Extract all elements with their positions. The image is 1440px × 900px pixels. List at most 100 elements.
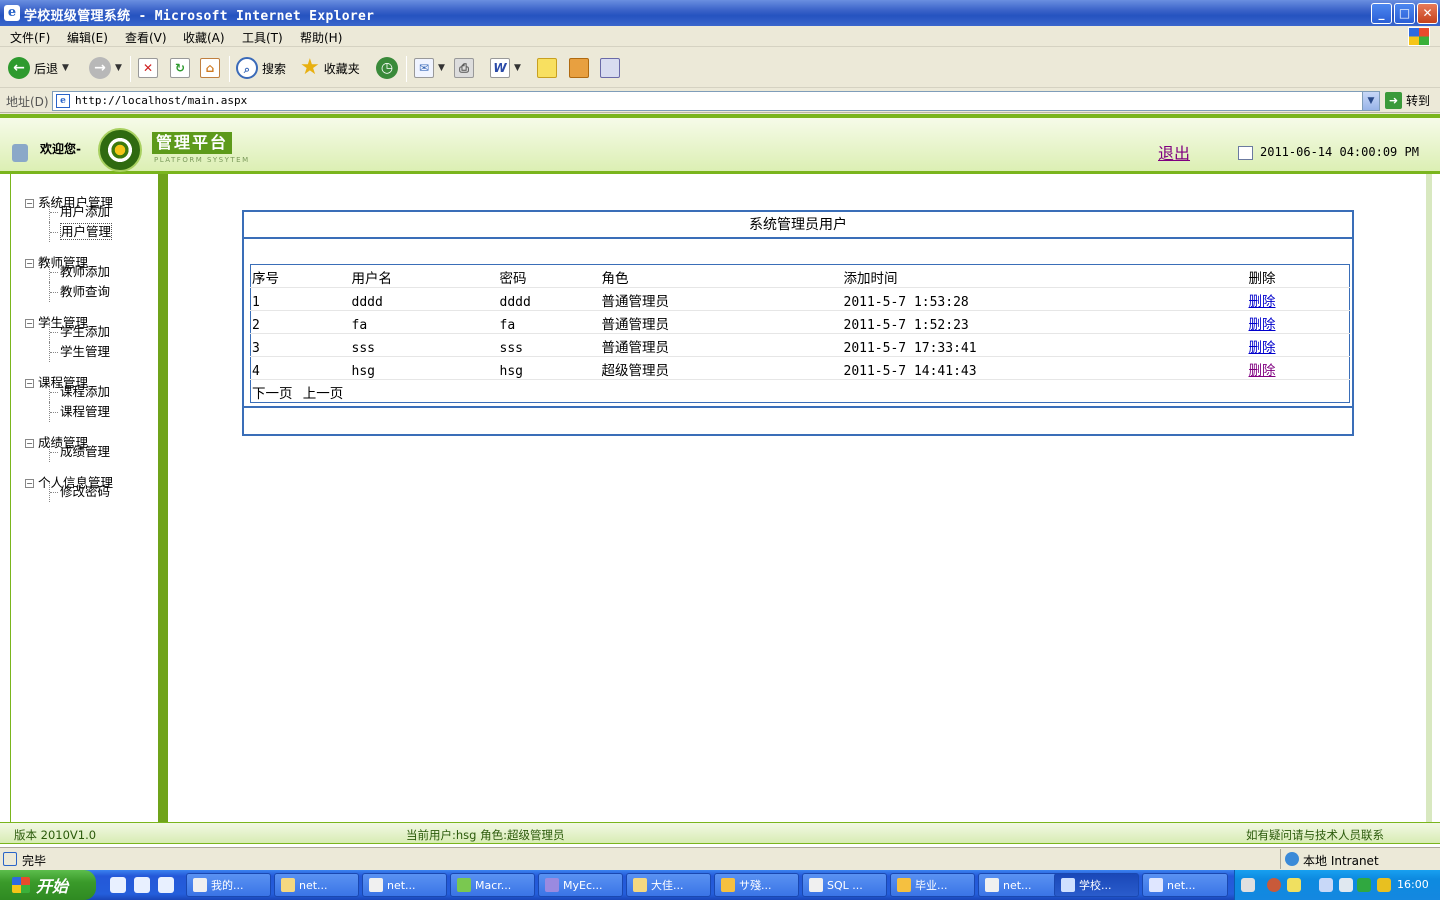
print-button[interactable]: ⎙	[454, 56, 474, 80]
nav-item-label: 修改密码	[60, 484, 111, 499]
edit-word-button[interactable]: W ▼	[490, 56, 521, 80]
sound-icon[interactable]	[1287, 878, 1301, 892]
menu-file[interactable]: 文件(F)	[10, 29, 50, 46]
close-button[interactable]: ✕	[1417, 3, 1438, 24]
nav-item-course-manage[interactable]: 课程管理	[49, 402, 110, 422]
stop-button[interactable]: ✕	[138, 56, 158, 80]
prev-page-link[interactable]: 上一页	[303, 386, 344, 402]
intranet-icon	[1285, 852, 1299, 866]
taskbar-item[interactable]: Macr...	[450, 873, 535, 897]
address-dropdown-icon[interactable]: ▼	[1362, 92, 1379, 110]
delete-link[interactable]: 删除	[1249, 340, 1276, 356]
quicklaunch-desktop-icon[interactable]	[134, 877, 150, 893]
windows-logo-icon	[1408, 27, 1430, 46]
next-page-link[interactable]: 下一页	[252, 386, 293, 402]
mail-dropdown-icon[interactable]: ▼	[438, 63, 445, 73]
collapse-icon[interactable]: −	[25, 199, 34, 208]
history-button[interactable]: ◷	[376, 56, 398, 80]
star-icon: ★	[300, 55, 320, 80]
taskbar-item[interactable]: 我的...	[186, 873, 271, 897]
window-title: 学校班级管理系统 - Microsoft Internet Explorer	[24, 9, 375, 24]
mail-icon: ✉	[414, 58, 434, 78]
quicklaunch-ie-icon[interactable]	[110, 877, 126, 893]
taskbar-item[interactable]: MyEc...	[538, 873, 623, 897]
collapse-icon[interactable]: −	[25, 259, 34, 268]
nav-item-course-add[interactable]: 课程添加	[49, 382, 110, 402]
taskbar-item-active[interactable]: 学校...	[1054, 873, 1139, 897]
taskbar-item[interactable]: net...	[978, 873, 1063, 897]
refresh-button[interactable]: ↻	[170, 56, 190, 80]
toolbar: ← 后退 ▼ → ▼ ✕ ↻ ⌂ ⌕ 搜索 ★ 收藏夹 ◷ ✉ ▼ ⎙ W ▼	[0, 48, 1440, 88]
shield-icon[interactable]	[1357, 878, 1371, 892]
research-button[interactable]	[569, 56, 589, 80]
keyboard-icon[interactable]	[1241, 878, 1255, 892]
main-content: 系统管理员用户 序号 用户名 密码 角色 添加时间 删除 1 dddd dddd…	[168, 174, 1432, 822]
minimize-button[interactable]: _	[1371, 3, 1392, 24]
tray-collapse-icon[interactable]	[1267, 878, 1281, 892]
nav-item-grade-manage[interactable]: 成绩管理	[49, 442, 110, 462]
tray-app-icon[interactable]	[1339, 878, 1353, 892]
network-icon[interactable]	[1319, 878, 1333, 892]
menu-tools[interactable]: 工具(T)	[242, 29, 283, 46]
collapse-icon[interactable]: −	[25, 479, 34, 488]
nav-item-change-password[interactable]: 修改密码	[49, 482, 110, 502]
taskbar-item-label: net...	[1167, 878, 1196, 892]
forward-button[interactable]: → ▼	[89, 56, 122, 80]
taskbar-item[interactable]: サ殘...	[714, 873, 799, 897]
favorites-button[interactable]: ★ 收藏夹	[300, 56, 360, 80]
back-dropdown-icon[interactable]: ▼	[62, 63, 69, 73]
maximize-button[interactable]: □	[1394, 3, 1415, 24]
tray-user-icon[interactable]	[1377, 878, 1391, 892]
address-input[interactable]: e http://localhost/main.aspx ▼	[52, 91, 1380, 111]
taskbar-item[interactable]: 毕业...	[890, 873, 975, 897]
delete-link[interactable]: 删除	[1249, 363, 1276, 379]
nav-item-teacher-query[interactable]: 教师查询	[49, 282, 110, 302]
taskbar-item[interactable]: 大佳...	[626, 873, 711, 897]
taskbar-item[interactable]: SQL ...	[802, 873, 887, 897]
collapse-icon[interactable]: −	[25, 379, 34, 388]
nav-item-student-manage[interactable]: 学生管理	[49, 342, 110, 362]
menu-edit[interactable]: 编辑(E)	[67, 29, 108, 46]
taskbar-item-label: SQL ...	[827, 878, 863, 892]
taskbar-item[interactable]: net...	[274, 873, 359, 897]
address-url[interactable]: http://localhost/main.aspx	[75, 94, 247, 107]
word-icon	[1149, 878, 1163, 892]
menu-help[interactable]: 帮助(H)	[300, 29, 342, 46]
edit-dropdown-icon[interactable]: ▼	[514, 63, 521, 73]
nav-item-student-add[interactable]: 学生添加	[49, 322, 110, 342]
forward-dropdown-icon[interactable]: ▼	[115, 63, 122, 73]
quicklaunch-media-icon[interactable]	[158, 877, 174, 893]
menu-favorites[interactable]: 收藏(A)	[183, 29, 225, 46]
discuss-button[interactable]	[537, 56, 557, 80]
collapse-icon[interactable]: −	[25, 439, 34, 448]
home-button[interactable]: ⌂	[200, 56, 220, 80]
back-button[interactable]: ← 后退 ▼	[8, 56, 69, 80]
collapse-icon[interactable]: −	[25, 319, 34, 328]
back-arrow-icon: ←	[8, 57, 30, 79]
search-button[interactable]: ⌕ 搜索	[236, 56, 286, 80]
nav-item-user-add[interactable]: 用户添加	[49, 202, 110, 222]
menu-bar: 文件(F) 编辑(E) 查看(V) 收藏(A) 工具(T) 帮助(H)	[0, 26, 1440, 47]
col-header-username: 用户名	[350, 264, 499, 288]
app-icon	[369, 878, 383, 892]
taskbar-item[interactable]: net...	[362, 873, 447, 897]
start-button[interactable]: 开始	[0, 870, 96, 900]
col-header-password: 密码	[498, 264, 601, 288]
nav-item-label: 教师添加	[60, 264, 111, 279]
nav-item-user-manage[interactable]: 用户管理	[49, 222, 113, 242]
taskbar-item-label: Macr...	[475, 878, 512, 892]
delete-link[interactable]: 删除	[1249, 317, 1276, 333]
mail-button[interactable]: ✉ ▼	[414, 56, 445, 80]
page-done-icon	[3, 852, 17, 866]
taskbar-item-label: net...	[1003, 878, 1032, 892]
taskbar-item[interactable]: net...	[1142, 873, 1228, 897]
nav-item-teacher-add[interactable]: 教师添加	[49, 262, 110, 282]
delete-link[interactable]: 删除	[1249, 294, 1276, 310]
go-button[interactable]: ➜ 转到	[1385, 92, 1430, 109]
messenger-button[interactable]	[600, 56, 620, 80]
cell-delete: 删除	[1247, 287, 1350, 311]
cell-password: fa	[498, 310, 601, 334]
cell-role: 超级管理员	[600, 356, 843, 380]
logout-link[interactable]: 退出	[1158, 140, 1190, 164]
menu-view[interactable]: 查看(V)	[125, 29, 167, 46]
